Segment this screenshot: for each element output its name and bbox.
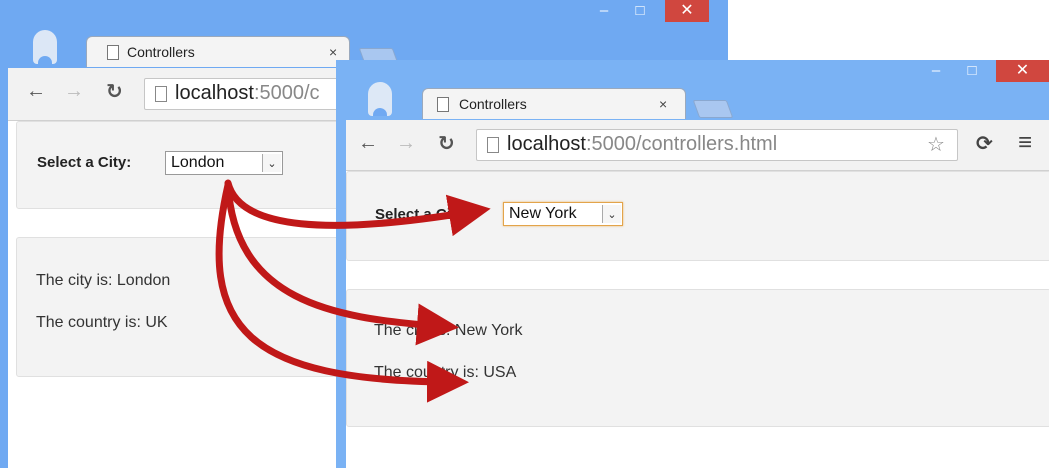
forward-arrow-icon[interactable]: →	[396, 132, 416, 155]
back-close-button[interactable]: ✕	[665, 0, 709, 22]
front-tab-close-icon[interactable]: ×	[659, 96, 667, 112]
front-toolbar: ← → ↻ localhost:5000/controllers.html ☆ …	[346, 120, 1049, 171]
back-maximize-button[interactable]: □	[628, 0, 652, 22]
front-result-panel: The city is: New York The country is: US…	[346, 289, 1049, 427]
front-tabstrip: Controllers × – □ ✕	[336, 60, 1049, 128]
city-select-value: London	[171, 154, 225, 171]
reload-icon[interactable]: ↻	[106, 79, 123, 104]
profile-icon[interactable]	[368, 82, 392, 116]
back-tab-close-icon[interactable]: ×	[329, 44, 337, 60]
front-new-tab-button[interactable]	[692, 100, 734, 118]
front-maximize-button[interactable]: □	[960, 60, 984, 82]
front-url-host: localhost:5000/controllers.html	[507, 133, 778, 155]
front-address-bar[interactable]: localhost:5000/controllers.html ☆	[476, 129, 958, 161]
back-url-host: localhost:5000/c	[175, 82, 320, 104]
page-icon	[487, 137, 499, 153]
page-icon	[437, 97, 449, 112]
back-minimize-button[interactable]: –	[592, 0, 616, 22]
forward-arrow-icon[interactable]: →	[64, 80, 84, 103]
menu-icon[interactable]: ≡	[1018, 129, 1032, 157]
extension-icon[interactable]: ⟳	[976, 131, 993, 156]
front-close-button[interactable]: ✕	[996, 60, 1049, 82]
city-result-text: The city is: New York	[374, 322, 523, 339]
select-city-label: Select a City:	[37, 154, 132, 171]
reload-icon[interactable]: ↻	[438, 131, 455, 156]
front-tab-controllers[interactable]: Controllers ×	[422, 88, 686, 119]
city-select-value: New York	[509, 205, 577, 222]
front-browser-window: Controllers × – □ ✕ ← → ↻ localhost:5000…	[336, 60, 1049, 468]
chevron-down-icon: ⌄	[602, 205, 621, 223]
front-page-content: Select a City: New York ⌄ The city is: N…	[346, 171, 1049, 468]
back-arrow-icon[interactable]: ←	[358, 132, 378, 155]
chevron-down-icon: ⌄	[262, 154, 281, 172]
front-tab-title: Controllers	[459, 96, 527, 112]
front-minimize-button[interactable]: –	[924, 60, 948, 82]
back-tabstrip: Controllers × – □ ✕	[0, 0, 728, 68]
bookmark-star-icon[interactable]: ☆	[927, 132, 945, 157]
city-select[interactable]: New York ⌄	[503, 202, 623, 226]
select-city-label: Select a City:	[375, 206, 470, 223]
city-result-text: The city is: London	[36, 272, 171, 289]
back-tab-title: Controllers	[127, 44, 195, 60]
back-arrow-icon[interactable]: ←	[26, 80, 46, 103]
page-icon	[107, 45, 119, 60]
front-select-panel: Select a City: New York ⌄	[346, 171, 1049, 261]
page-icon	[155, 86, 167, 102]
city-select[interactable]: London ⌄	[165, 151, 283, 175]
profile-icon[interactable]	[33, 30, 57, 64]
country-result-text: The country is: UK	[36, 314, 168, 331]
back-tab-controllers[interactable]: Controllers ×	[86, 36, 350, 67]
country-result-text: The country is: USA	[374, 364, 517, 381]
